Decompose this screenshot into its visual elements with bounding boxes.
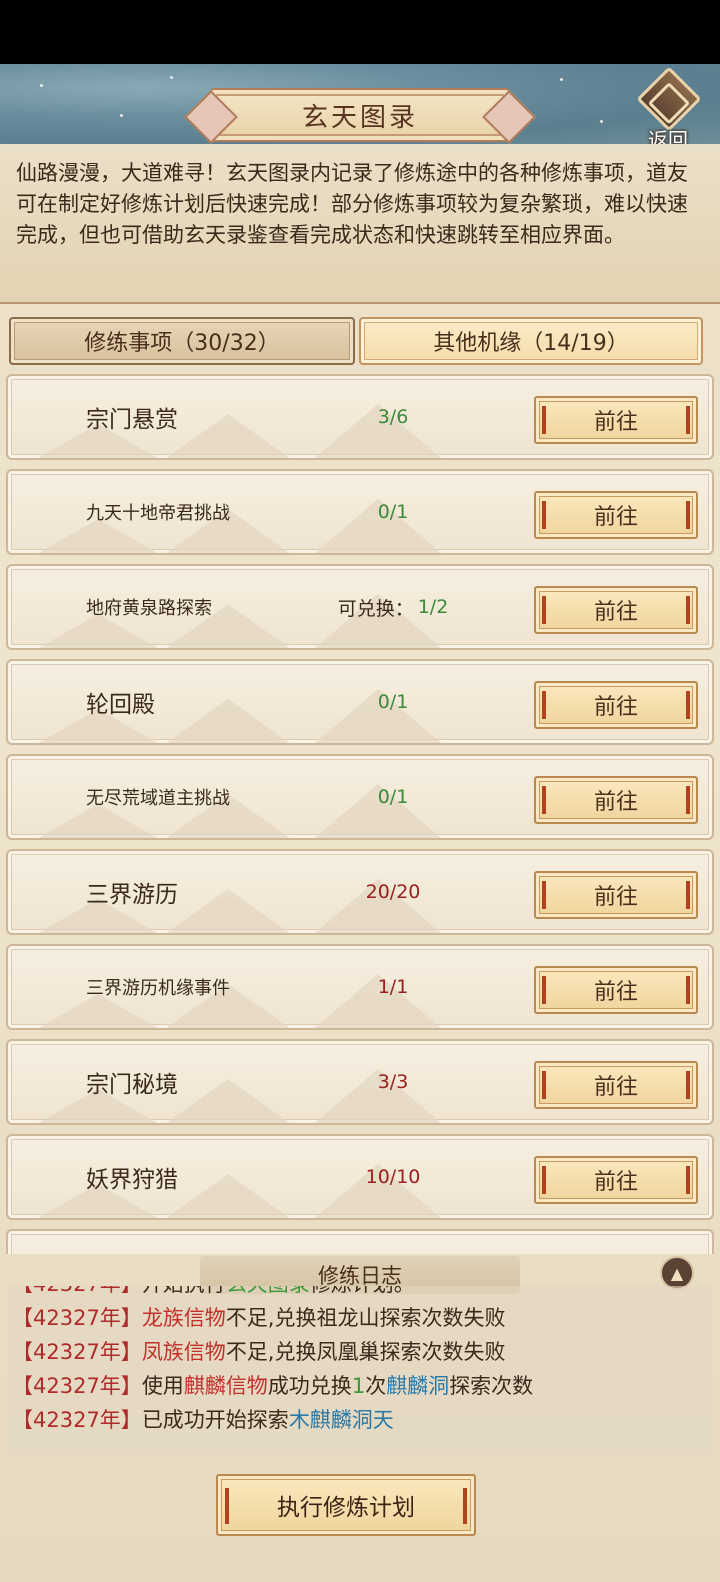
intro-text: 仙路漫漫，大道难寻！玄天图录内记录了修炼途中的各种修炼事项，道友可在制定好修炼计… [16, 161, 688, 247]
go-button[interactable]: 前往 [534, 586, 698, 634]
back-icon [636, 66, 702, 132]
chevron-up-icon: ▲ [670, 1263, 684, 1283]
task-list[interactable]: 宗门悬赏 3/6 前往 九天十地帝君挑战 0/1 前往 地府黄泉路探索 可兑换： 1/2 前往 轮回… [0, 374, 720, 1254]
go-button[interactable]: 前往 [534, 1156, 698, 1204]
count-value: 20/20 [365, 881, 421, 903]
log-text: 不足,兑换祖龙山探索次数失败 [225, 1306, 506, 1330]
item-count: 可兑换： 1/2 [308, 566, 478, 648]
item-count: 20/20 [308, 851, 478, 933]
list-item: 妖界狩猎 10/10 前往 [6, 1134, 714, 1220]
item-name: 妖界狩猎 [86, 1167, 178, 1193]
log-year: 【42327年】 [12, 1374, 142, 1398]
log-text: 麒麟信物 [183, 1374, 268, 1398]
log-text: 使用 [141, 1374, 184, 1398]
list-item: 轮回殿 0/1 前往 [6, 659, 714, 745]
log-text: 木麒麟洞天 [288, 1408, 394, 1432]
page-title: 玄天图录 [301, 102, 418, 133]
mountain-decoration [158, 699, 298, 743]
list-item: 无尽荒域道主挑战 0/1 前往 [6, 754, 714, 840]
count-value: 0/1 [377, 786, 409, 808]
go-button[interactable]: 前往 [534, 871, 698, 919]
mountain-decoration [158, 889, 298, 933]
go-button[interactable]: 前往 [534, 396, 698, 444]
log-year: 【42327年】 [12, 1306, 142, 1330]
list-item: 三界游历 20/20 前往 [6, 849, 714, 935]
go-button[interactable]: 前往 [534, 681, 698, 729]
back-button[interactable]: 返回 [632, 66, 704, 152]
item-count: 1/1 [308, 946, 478, 1028]
count-value: 0/1 [377, 501, 409, 523]
mountain-decoration [158, 414, 298, 458]
log-line: 【42327年】凤族信物不足,兑换凤凰巢探索次数失败 [12, 1336, 506, 1366]
item-count: 0/1 [308, 756, 478, 838]
count-value: 1/1 [377, 976, 409, 998]
item-count: 0/1 [308, 471, 478, 553]
intro-panel: 仙路漫漫，大道难寻！玄天图录内记录了修炼途中的各种修炼事项，道友可在制定好修炼计… [0, 144, 720, 304]
log-line: 【42327年】已成功开始探索木麒麟洞天 [12, 1404, 394, 1434]
execute-plan-button[interactable]: 执行修炼计划 [216, 1474, 476, 1536]
item-name: 九天十地帝君挑战 [86, 503, 230, 524]
list-item-partial [6, 1229, 714, 1254]
log-text: 不足,兑换凤凰巢探索次数失败 [225, 1340, 506, 1364]
log-text: 修炼计划。 [310, 1286, 415, 1296]
log-text: 玄天图录 [226, 1286, 310, 1296]
log-year: 【42327年】 [12, 1286, 142, 1296]
tab-other-opportunities[interactable]: 其他机缘（14/19） [359, 317, 703, 365]
log-text: 开始执行 [142, 1286, 226, 1296]
list-item: 三界游历机缘事件 1/1 前往 [6, 944, 714, 1030]
item-count: 10/10 [308, 1136, 478, 1218]
count-value: 3/6 [377, 406, 409, 428]
exchange-label: 可兑换： [337, 597, 414, 620]
app-screen: 玄天图录 返回 仙路漫漫，大道难寻！玄天图录内记录了修炼途中的各种修炼事项，道友… [0, 64, 720, 1582]
log-line: 【42327年】使用麒麟信物成功兑换1次麒麟洞探索次数 [12, 1370, 533, 1400]
list-item: 九天十地帝君挑战 0/1 前往 [6, 469, 714, 555]
item-name: 无尽荒域道主挑战 [86, 788, 230, 809]
count-value: 3/3 [377, 1071, 409, 1093]
mountain-decoration [158, 1174, 298, 1218]
log-text: 已成功开始探索 [141, 1408, 289, 1432]
item-name: 三界游历机缘事件 [86, 978, 230, 999]
log-year: 【42327年】 [12, 1340, 142, 1364]
mountain-decoration [158, 1079, 298, 1123]
log-panel[interactable]: 【42327年】开始执行玄天图录修炼计划。【42327年】龙族信物不足,兑换祖龙… [8, 1286, 712, 1454]
page-title-plate: 玄天图录 [210, 88, 510, 142]
go-button[interactable]: 前往 [534, 1061, 698, 1109]
log-text: 凤族信物 [141, 1340, 226, 1364]
status-bar [0, 0, 720, 64]
log-text: 1 [351, 1374, 366, 1398]
item-name: 三界游历 [86, 882, 178, 908]
list-item: 宗门秘境 3/3 前往 [6, 1039, 714, 1125]
log-text: 成功兑换 [267, 1374, 352, 1398]
item-name: 宗门悬赏 [86, 407, 178, 433]
item-name: 宗门秘境 [86, 1072, 178, 1098]
go-button[interactable]: 前往 [534, 491, 698, 539]
log-text: 次 [365, 1374, 387, 1398]
tab-cultivation-items[interactable]: 修练事项（30/32） [9, 317, 355, 365]
count-value: 10/10 [365, 1166, 421, 1188]
list-item: 宗门悬赏 3/6 前往 [6, 374, 714, 460]
count-value: 1/2 [417, 596, 449, 618]
collapse-log-button[interactable]: ▲ [660, 1256, 694, 1290]
item-name: 轮回殿 [86, 692, 155, 718]
count-value: 0/1 [377, 691, 409, 713]
go-button[interactable]: 前往 [534, 966, 698, 1014]
log-text: 龙族信物 [141, 1306, 226, 1330]
item-count: 0/1 [308, 661, 478, 743]
log-line: 【42327年】龙族信物不足,兑换祖龙山探索次数失败 [12, 1302, 506, 1332]
item-count: 3/3 [308, 1041, 478, 1123]
log-line: 【42327年】开始执行玄天图录修炼计划。 [12, 1286, 415, 1298]
go-button[interactable]: 前往 [534, 776, 698, 824]
log-text: 探索次数 [449, 1374, 534, 1398]
log-text: 麒麟洞 [386, 1374, 450, 1398]
item-name: 地府黄泉路探索 [86, 598, 212, 619]
list-item: 地府黄泉路探索 可兑换： 1/2 前往 [6, 564, 714, 650]
log-year: 【42327年】 [12, 1408, 142, 1432]
item-count: 3/6 [308, 376, 478, 458]
